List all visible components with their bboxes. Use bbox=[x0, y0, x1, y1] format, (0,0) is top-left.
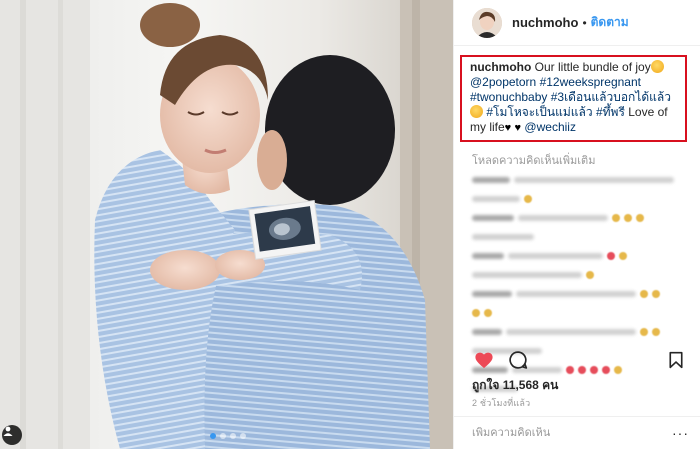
black-heart-icon: ♥ bbox=[504, 122, 512, 134]
avatar-image bbox=[472, 7, 502, 38]
caption-text: Our little bundle of joy bbox=[531, 60, 651, 74]
blurred-comment bbox=[472, 327, 700, 337]
blurred-comment bbox=[472, 213, 700, 223]
post-timestamp: 2 ชั่วโมงที่แล้ว bbox=[472, 398, 531, 408]
more-options-button[interactable]: ··· bbox=[672, 425, 689, 441]
caption-hashtag[interactable]: #ทึ้พรี bbox=[596, 105, 625, 119]
person-tag-icon bbox=[3, 426, 13, 436]
like-button[interactable] bbox=[472, 348, 496, 372]
caption-highlight-box: nuchmoho Our little bundle of joy @2pope… bbox=[460, 55, 687, 142]
follow-button[interactable]: ติดตาม bbox=[591, 13, 629, 32]
blurred-comment bbox=[472, 251, 700, 261]
carousel-dot bbox=[230, 433, 236, 439]
caption-hashtag[interactable]: #3เดือนแล้วบอกได้แล้ว bbox=[551, 90, 671, 104]
caption-mention[interactable]: @wechiiz bbox=[524, 120, 576, 134]
post-header: nuchmoho • ติดตาม bbox=[454, 0, 700, 46]
carousel-dot-active bbox=[210, 433, 216, 439]
avatar[interactable] bbox=[472, 7, 502, 38]
blurred-comment bbox=[472, 175, 700, 185]
post-side-panel: nuchmoho • ติดตาม nuchmoho Our little bu… bbox=[453, 0, 700, 449]
tag-people-button[interactable] bbox=[2, 425, 22, 445]
comment-button[interactable] bbox=[506, 348, 530, 372]
caption-hashtag[interactable]: #โมโหจะเป็นแม่แล้ว bbox=[486, 105, 592, 119]
likes-count[interactable]: ถูกใจ 11,568 คน bbox=[472, 376, 558, 395]
post-photo[interactable] bbox=[0, 0, 453, 449]
save-button[interactable] bbox=[664, 348, 688, 372]
instagram-post-modal: nuchmoho • ติดตาม nuchmoho Our little bu… bbox=[0, 0, 700, 449]
photo-illustration bbox=[0, 0, 453, 449]
bookmark-icon bbox=[669, 351, 683, 369]
blurred-comment bbox=[472, 308, 700, 318]
comment-bubble-icon bbox=[509, 351, 528, 369]
carousel-dot bbox=[240, 433, 246, 439]
blurred-comment bbox=[472, 194, 700, 204]
caption-hashtag[interactable]: #12weekspregnant bbox=[540, 75, 641, 89]
heart-filled-icon bbox=[475, 352, 493, 369]
grin-emoji-icon bbox=[470, 105, 483, 118]
heart-eyes-emoji-icon bbox=[650, 60, 664, 73]
carousel-dot bbox=[220, 433, 226, 439]
load-more-comments[interactable]: โหลดความคิดเห็นเพิ่มเติม bbox=[472, 151, 700, 169]
add-comment-bar: ··· bbox=[454, 416, 700, 449]
carousel-indicator bbox=[210, 433, 246, 439]
blurred-comment bbox=[472, 270, 700, 280]
caption-hashtag[interactable]: #twonuchbaby bbox=[470, 90, 547, 104]
header-separator: • bbox=[582, 15, 587, 30]
blurred-comment bbox=[472, 289, 700, 299]
black-heart-icon: ♥ bbox=[514, 122, 522, 134]
blurred-comment bbox=[472, 232, 700, 242]
caption-mention[interactable]: @2popetorn bbox=[470, 75, 536, 89]
caption-username[interactable]: nuchmoho bbox=[470, 60, 531, 74]
comment-input[interactable] bbox=[472, 427, 672, 439]
post-actions bbox=[472, 348, 688, 372]
post-username[interactable]: nuchmoho bbox=[512, 15, 578, 30]
